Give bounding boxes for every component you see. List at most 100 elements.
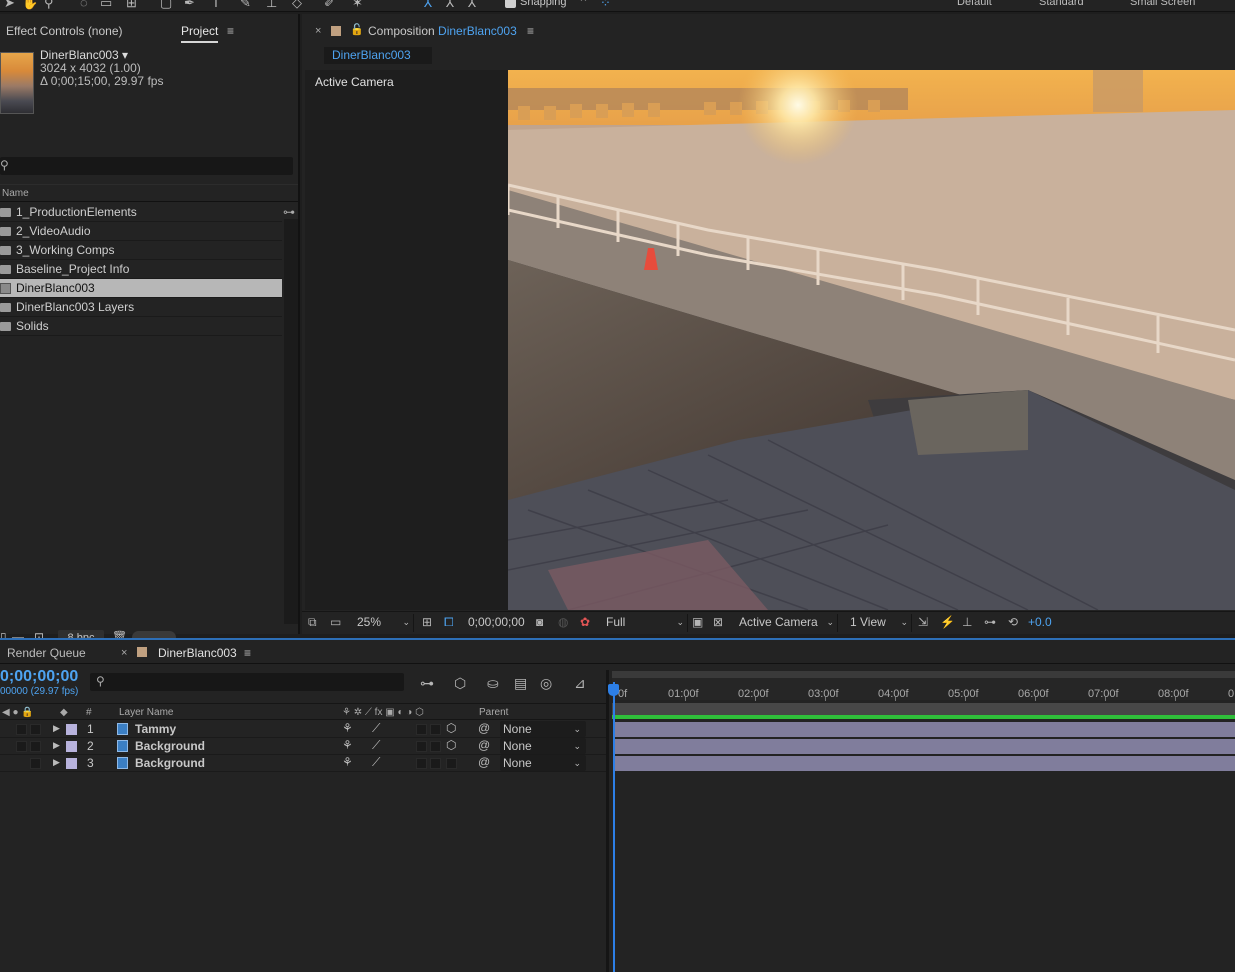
parent-dropdown[interactable]: None ⌄ — [500, 721, 586, 737]
frame-blending-icon[interactable]: ▤ — [514, 675, 527, 692]
fx-switch[interactable] — [416, 724, 427, 735]
snap-edge-icon[interactable]: ⌃ — [578, 0, 589, 11]
world-axis-icon[interactable]: ⅄ — [446, 0, 454, 11]
av-features-icon[interactable]: ◀ ● 🔒 — [2, 707, 34, 718]
fx-switch[interactable] — [416, 758, 427, 769]
blend-switch[interactable] — [430, 758, 441, 769]
panel-menu-icon[interactable]: ≡ — [244, 646, 251, 660]
label-column-icon[interactable]: ◆ — [60, 707, 68, 718]
show-snapshot-icon[interactable]: ◍ — [558, 615, 568, 629]
layer-label-color[interactable] — [66, 758, 77, 769]
panel-menu-icon[interactable]: ≡ — [227, 24, 234, 38]
video-switch[interactable] — [16, 741, 27, 752]
tab-composition[interactable]: Composition DinerBlanc003 — [368, 24, 517, 38]
pick-whip-icon[interactable]: @ — [478, 721, 490, 735]
comp-flowchart-icon[interactable]: ⊶ — [984, 615, 996, 629]
clone-stamp-tool-icon[interactable]: ⊥ — [266, 0, 277, 11]
close-icon[interactable]: × — [121, 647, 127, 659]
shy-switch-icon[interactable]: ⚘ — [342, 721, 353, 735]
layer-name[interactable]: Tammy — [135, 722, 176, 736]
draft-3d-icon[interactable]: ⬡ — [454, 675, 466, 692]
layer-duration-bar[interactable] — [614, 739, 1235, 754]
timeline-search-input[interactable]: ⚲ — [90, 673, 404, 691]
selection-tool-icon[interactable]: ➤ — [4, 0, 15, 11]
zoom-tool-icon[interactable]: ⚲ — [44, 0, 54, 11]
current-time-display[interactable]: 0;00;00;00 — [0, 668, 78, 686]
local-axis-icon[interactable]: ⅄ — [424, 0, 432, 11]
tab-effect-controls[interactable]: Effect Controls (none) — [6, 24, 123, 38]
channel-rgb-icon[interactable]: ✿ — [580, 615, 590, 629]
roto-brush-tool-icon[interactable]: ✐ — [324, 0, 335, 11]
shy-layers-icon[interactable]: ⛀ — [487, 675, 499, 692]
lock-switch[interactable] — [30, 758, 41, 769]
project-item-folder[interactable]: DinerBlanc003 Layers — [0, 298, 282, 317]
rectangle-tool-icon[interactable]: ▢ — [160, 0, 172, 11]
blend-switch[interactable] — [430, 724, 441, 735]
video-switch[interactable] — [16, 724, 27, 735]
layer-row[interactable]: ▶ 3 Background ⚘ ⟋ @ None ⌄ — [0, 755, 606, 772]
project-item-folder[interactable]: 1_ProductionElements — [0, 203, 282, 222]
puppet-tool-icon[interactable]: ✶ — [352, 0, 363, 11]
camera-view-dropdown[interactable]: Active Camera ⌄ — [734, 614, 838, 632]
layer-row[interactable]: ▶ 2 Background ⚘ ⟋ ⬡ @ None ⌄ — [0, 738, 606, 755]
dolly-camera-tool-icon[interactable]: ⊞ — [126, 0, 137, 11]
flowchart-icon[interactable]: ⊶ — [283, 205, 295, 219]
transparency-grid-icon[interactable]: ⊠ — [713, 615, 723, 629]
orbit-camera-tool-icon[interactable]: ◌ — [80, 0, 88, 10]
layer-label-color[interactable] — [66, 741, 77, 752]
project-item-folder[interactable]: 2_VideoAudio — [0, 222, 282, 241]
exposure-value[interactable]: +0.0 — [1028, 615, 1052, 629]
grid-guides-icon[interactable]: ⊞ — [422, 615, 432, 629]
tab-timeline-comp[interactable]: DinerBlanc003 — [158, 646, 237, 660]
reset-exposure-icon[interactable]: ⟲ — [1008, 615, 1018, 629]
layer-duration-bar[interactable] — [614, 722, 1235, 737]
expand-triangle-icon[interactable]: ▶ — [53, 723, 60, 734]
switches-header-icon[interactable]: ⚘ ✲ ⟋ fx ▣ ◐ ◑ ⬡ — [342, 707, 424, 718]
panel-menu-icon[interactable]: ≡ — [527, 24, 534, 38]
lock-switch[interactable] — [30, 741, 41, 752]
type-tool-icon[interactable]: T — [212, 0, 220, 10]
expand-triangle-icon[interactable]: ▶ — [53, 757, 60, 768]
workspace-standard[interactable]: Standard — [1039, 0, 1084, 8]
work-area-bar[interactable] — [612, 703, 1235, 715]
view-axis-icon[interactable]: ⅄ — [468, 0, 476, 11]
view-layout-dropdown[interactable]: 1 View ⌄ — [844, 614, 912, 632]
project-item-folder[interactable]: 3_Working Comps — [0, 241, 282, 260]
quality-switch-icon[interactable]: ⟋ — [372, 755, 380, 770]
pen-tool-icon[interactable]: ✒ — [184, 0, 195, 11]
graph-editor-icon[interactable]: ⊿ — [574, 675, 586, 692]
quality-switch-icon[interactable]: ⟋ — [372, 721, 380, 736]
comp-breadcrumb-tab[interactable]: DinerBlanc003 — [324, 47, 432, 64]
workspace-default[interactable]: Default — [957, 0, 992, 8]
3d-layer-icon[interactable]: ⬡ — [446, 738, 456, 752]
snapping-checkbox[interactable] — [505, 0, 516, 8]
project-item-folder[interactable]: Solids — [0, 317, 282, 336]
pan-camera-tool-icon[interactable]: ▭ — [100, 0, 112, 11]
toggle-pixel-aspect-icon[interactable]: ⇲ — [918, 615, 928, 629]
column-header-number[interactable]: # — [86, 707, 92, 718]
always-preview-icon[interactable]: ⧉ — [308, 615, 317, 630]
snap-feature-icon[interactable]: ⁘ — [600, 0, 611, 11]
project-item-composition[interactable]: DinerBlanc003 — [0, 279, 282, 298]
parent-dropdown[interactable]: None ⌄ — [500, 755, 586, 771]
region-of-interest-icon[interactable]: ▣ — [692, 615, 703, 629]
brush-tool-icon[interactable]: ✎ — [240, 0, 251, 11]
playhead-handle[interactable] — [608, 684, 619, 696]
zoom-dropdown[interactable]: 25% ⌄ — [350, 614, 414, 632]
timeline-splitter[interactable] — [606, 670, 609, 972]
layer-label-color[interactable] — [66, 724, 77, 735]
mask-visibility-icon[interactable]: ⧠ — [444, 615, 454, 630]
shy-switch-icon[interactable]: ⚘ — [342, 755, 353, 769]
pick-whip-icon[interactable]: @ — [478, 755, 490, 769]
layer-duration-bar[interactable] — [614, 756, 1235, 771]
resolution-dropdown[interactable]: Full ⌄ — [600, 614, 688, 632]
timeline-icon[interactable]: ⊥ — [962, 615, 972, 629]
time-ruler[interactable]: 0f 01:00f 02:00f 03:00f 04:00f 05:00f 06… — [612, 678, 1235, 701]
project-item-folder[interactable]: Baseline_Project Info — [0, 260, 282, 279]
comp-mini-flowchart-icon[interactable]: ⊶ — [420, 675, 434, 692]
layer-name[interactable]: Background — [135, 739, 205, 753]
close-icon[interactable]: × — [315, 25, 321, 37]
fast-previews-icon[interactable]: ⚡ — [940, 615, 955, 629]
column-header-parent[interactable]: Parent — [479, 707, 508, 718]
tab-render-queue[interactable]: Render Queue — [7, 646, 86, 660]
